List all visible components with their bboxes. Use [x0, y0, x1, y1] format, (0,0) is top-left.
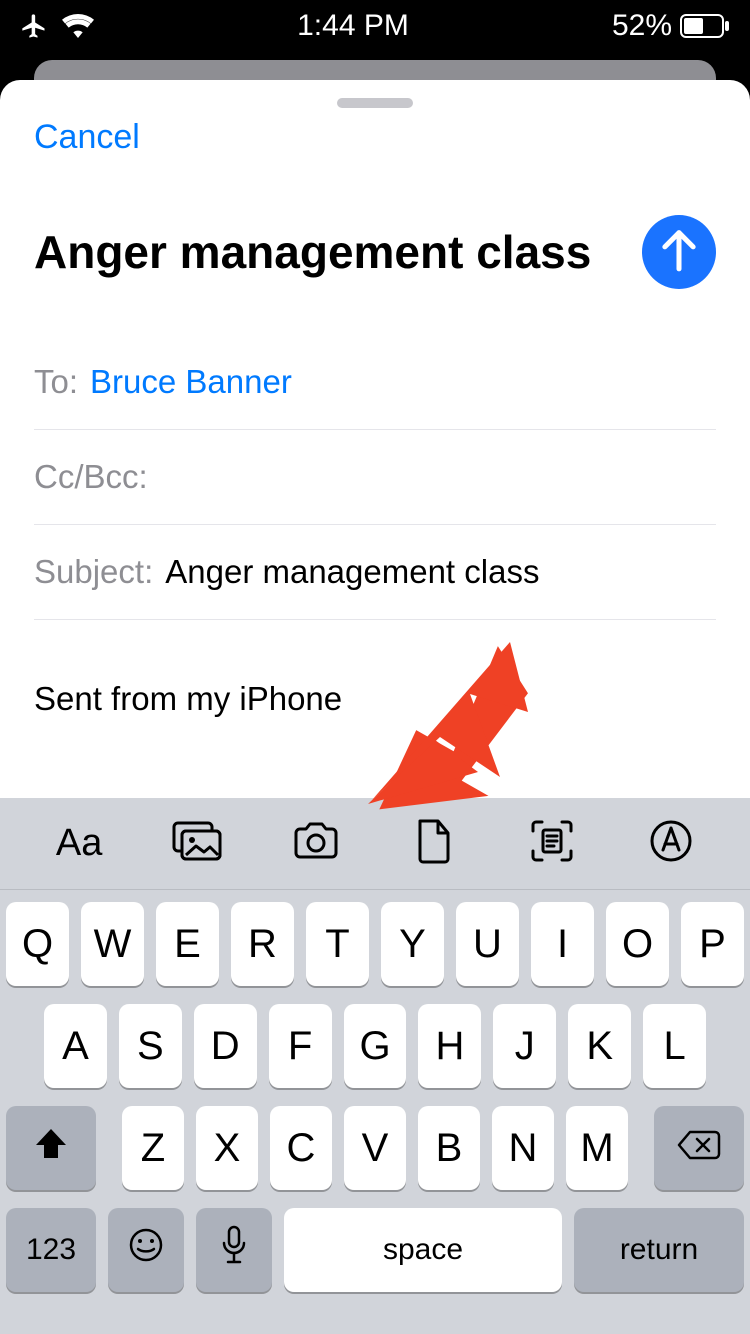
format-button[interactable]: Aa [51, 816, 107, 872]
shift-key[interactable] [6, 1106, 96, 1190]
key-a[interactable]: A [44, 1004, 107, 1088]
key-d[interactable]: D [194, 1004, 257, 1088]
ccbcc-field[interactable]: Cc/Bcc: [34, 430, 716, 525]
numbers-key[interactable]: 123 [6, 1208, 96, 1292]
keyboard: QWERTYUIOP ASDFGHJKL ZXCVBNM 123 [0, 890, 750, 1334]
ccbcc-label: Cc/Bcc: [34, 458, 148, 496]
wifi-icon [62, 14, 94, 38]
backspace-icon [677, 1126, 721, 1171]
key-i[interactable]: I [531, 902, 594, 986]
emoji-key[interactable] [108, 1208, 184, 1292]
keyboard-toolbar: Aa [0, 798, 750, 890]
to-field[interactable]: To: Bruce Banner [34, 335, 716, 430]
space-key[interactable]: space [284, 1208, 562, 1292]
sheet-grabber[interactable] [337, 98, 413, 108]
microphone-icon [221, 1225, 247, 1275]
airplane-mode-icon [20, 12, 48, 40]
key-p[interactable]: P [681, 902, 744, 986]
cancel-button[interactable]: Cancel [34, 118, 140, 157]
markup-button[interactable] [643, 816, 699, 872]
return-key[interactable]: return [574, 1208, 744, 1292]
key-m[interactable]: M [566, 1106, 628, 1190]
battery-percent: 52% [612, 9, 672, 43]
key-r[interactable]: R [231, 902, 294, 986]
scan-document-button[interactable] [524, 816, 580, 872]
to-recipient[interactable]: Bruce Banner [90, 363, 292, 401]
status-time: 1:44 PM [297, 9, 409, 43]
key-v[interactable]: V [344, 1106, 406, 1190]
keyboard-row-1: QWERTYUIOP [6, 902, 744, 986]
scan-icon [530, 819, 574, 868]
subject-value[interactable]: Anger management class [165, 553, 539, 591]
key-h[interactable]: H [418, 1004, 481, 1088]
key-l[interactable]: L [643, 1004, 706, 1088]
arrow-up-icon [660, 228, 698, 277]
key-o[interactable]: O [606, 902, 669, 986]
keyboard-row-2: ASDFGHJKL [6, 1004, 744, 1088]
subject-field[interactable]: Subject: Anger management class [34, 525, 716, 620]
key-e[interactable]: E [156, 902, 219, 986]
email-body[interactable]: Sent from my iPhone [34, 680, 716, 718]
document-icon [415, 818, 453, 869]
compose-title: Anger management class [34, 225, 591, 279]
markup-icon [649, 819, 693, 868]
keyboard-row-3: ZXCVBNM [6, 1106, 744, 1190]
key-y[interactable]: Y [381, 902, 444, 986]
key-x[interactable]: X [196, 1106, 258, 1190]
key-z[interactable]: Z [122, 1106, 184, 1190]
key-b[interactable]: B [418, 1106, 480, 1190]
key-u[interactable]: U [456, 902, 519, 986]
backspace-key[interactable] [654, 1106, 744, 1190]
key-q[interactable]: Q [6, 902, 69, 986]
shift-icon [33, 1126, 69, 1171]
key-s[interactable]: S [119, 1004, 182, 1088]
camera-icon [292, 821, 340, 866]
to-label: To: [34, 363, 78, 401]
camera-button[interactable] [288, 816, 344, 872]
key-j[interactable]: J [493, 1004, 556, 1088]
attach-file-button[interactable] [406, 816, 462, 872]
send-button[interactable] [642, 215, 716, 289]
key-n[interactable]: N [492, 1106, 554, 1190]
key-g[interactable]: G [344, 1004, 407, 1088]
key-c[interactable]: C [270, 1106, 332, 1190]
key-f[interactable]: F [269, 1004, 332, 1088]
dictation-key[interactable] [196, 1208, 272, 1292]
key-t[interactable]: T [306, 902, 369, 986]
subject-label: Subject: [34, 553, 153, 591]
keyboard-row-4: 123 space return [6, 1208, 744, 1292]
photo-library-button[interactable] [169, 816, 225, 872]
photos-icon [172, 821, 222, 866]
key-w[interactable]: W [81, 902, 144, 986]
signature-line: Sent from my iPhone [34, 680, 716, 718]
status-bar: 1:44 PM 52% [0, 0, 750, 52]
battery-icon [680, 14, 730, 38]
emoji-icon [128, 1227, 164, 1273]
key-k[interactable]: K [568, 1004, 631, 1088]
compose-sheet: Cancel Anger management class To: Bruce … [0, 80, 750, 798]
